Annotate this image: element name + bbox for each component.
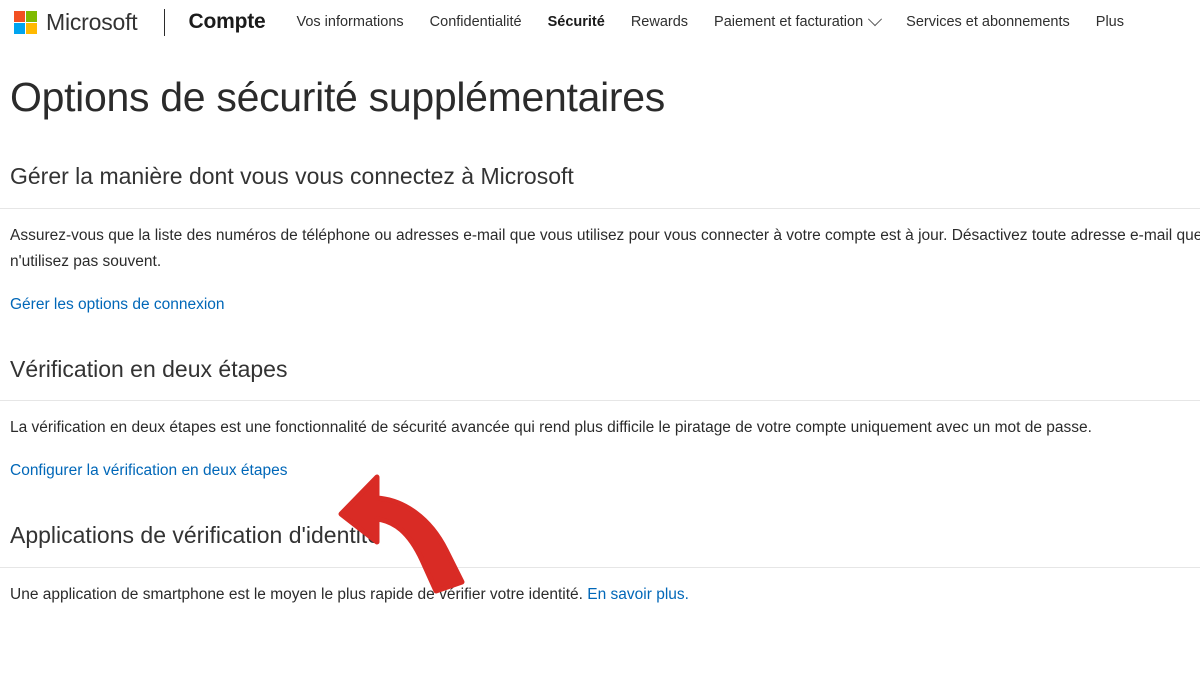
logo-square-bottom-right bbox=[26, 22, 37, 34]
nav-link-s-curit[interactable]: Sécurité bbox=[535, 14, 618, 30]
section-heading-two-step: Vérification en deux étapes bbox=[10, 355, 288, 382]
nav-link-label: Plus bbox=[1095, 14, 1124, 30]
learn-more-link[interactable]: En savoir plus. bbox=[587, 586, 689, 603]
logo-square-top-left bbox=[14, 10, 25, 22]
logo-square-bottom-left bbox=[14, 22, 25, 34]
section-heading-identity-apps: Applications de vérification d'identité bbox=[10, 522, 381, 549]
nav-link-services-et-abonnements[interactable]: Services et abonnements bbox=[893, 14, 1083, 30]
nav-link-list: Vos informations Confidentialité Sécurité R… bbox=[283, 12, 1137, 30]
section-body-identity-apps: Une application de smartphone est le moy… bbox=[10, 582, 1200, 608]
nav-link-label: Sécurité bbox=[547, 14, 605, 30]
page-title: Options de sécurité supplémentaires bbox=[10, 74, 665, 120]
nav-link-vos-informations[interactable]: Vos informations bbox=[283, 14, 416, 30]
nav-divider bbox=[163, 8, 165, 36]
section-heading-manage-signin: Gérer la manière dont vous vous connecte… bbox=[10, 163, 574, 190]
top-navigation-bar: Microsoft Compte Vos informations Confide… bbox=[0, 0, 1200, 44]
nav-link-label: Rewards bbox=[630, 14, 689, 30]
manage-signin-options-link[interactable]: Gérer les options de connexion bbox=[10, 296, 225, 314]
section-divider bbox=[0, 400, 1200, 402]
nav-link-plus[interactable]: Plus bbox=[1083, 14, 1137, 30]
product-name-compte[interactable]: Compte bbox=[189, 10, 266, 34]
nav-link-label: Confidentialité bbox=[429, 14, 522, 30]
nav-link-rewards[interactable]: Rewards bbox=[618, 14, 701, 30]
microsoft-brand-logo[interactable]: Microsoft bbox=[14, 9, 138, 36]
setup-two-step-verification-link[interactable]: Configurer la vérification en deux étape… bbox=[10, 462, 287, 480]
identity-apps-text: Une application de smartphone est le moy… bbox=[10, 585, 588, 603]
nav-link-label: Paiement et facturation bbox=[714, 14, 864, 30]
microsoft-logo-icon bbox=[14, 10, 37, 34]
page-content: Options de sécurité supplémentaires Gére… bbox=[0, 74, 1200, 608]
section-two-step-verification: Vérification en deux étapes La vérificat… bbox=[0, 355, 1200, 481]
microsoft-wordmark: Microsoft bbox=[46, 8, 138, 35]
chevron-down-icon bbox=[868, 12, 883, 27]
section-divider bbox=[0, 207, 1200, 209]
nav-link-confidentialit[interactable]: Confidentialité bbox=[417, 14, 535, 30]
section-divider bbox=[0, 566, 1200, 568]
logo-square-top-right bbox=[26, 10, 37, 22]
section-body-two-step: La vérification en deux étapes est une f… bbox=[10, 419, 1092, 437]
nav-link-paiement-et-facturation[interactable]: Paiement et facturation bbox=[701, 12, 893, 30]
section-body-manage-signin: Assurez-vous que la liste des numéros de… bbox=[10, 226, 1200, 270]
nav-link-label: Services et abonnements bbox=[906, 14, 1070, 30]
section-manage-signin: Gérer la manière dont vous vous connecte… bbox=[0, 163, 1200, 314]
nav-link-label: Vos informations bbox=[296, 14, 404, 30]
section-identity-verification-apps: Applications de vérification d'identité … bbox=[0, 522, 1200, 608]
